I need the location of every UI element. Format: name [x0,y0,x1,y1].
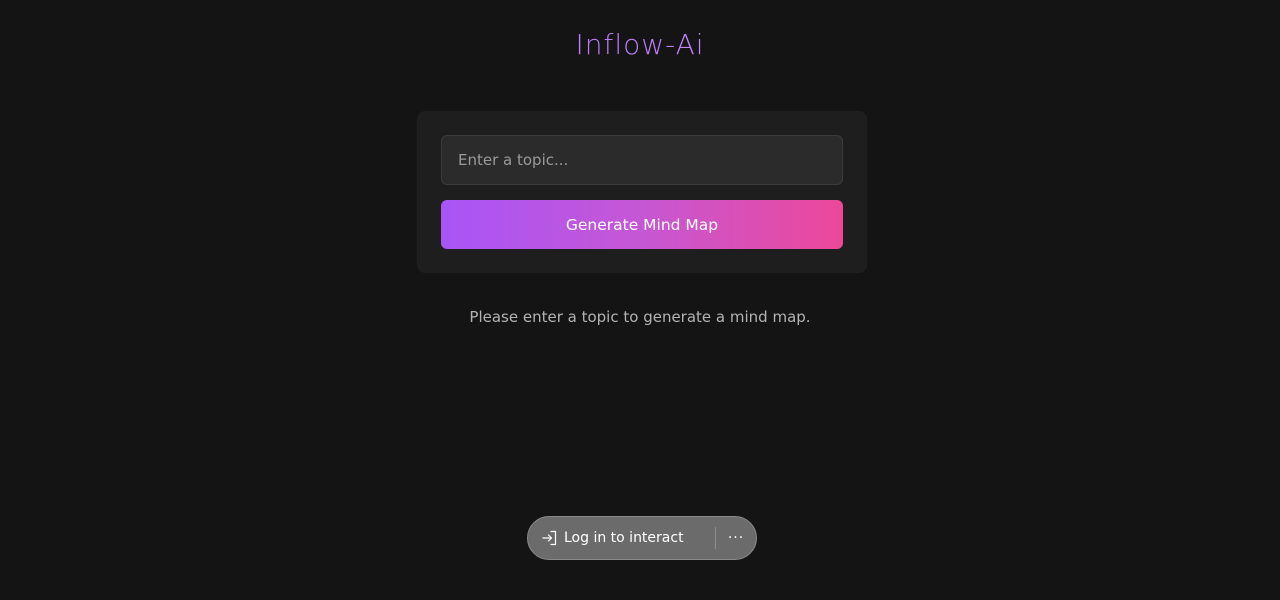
page: Inflow-Ai Generate Mind Map Please enter… [0,0,1280,600]
login-overlay-pill: Log in to interact ··· [527,516,757,560]
topic-input[interactable] [441,135,843,185]
generate-mind-map-button[interactable]: Generate Mind Map [441,200,843,249]
ellipsis-icon: ··· [727,530,745,546]
more-options-button[interactable]: ··· [716,517,756,559]
login-label: Log in to interact [564,530,684,546]
sign-in-icon [541,529,559,547]
status-message: Please enter a topic to generate a mind … [469,308,811,326]
app-title: Inflow-Ai [0,28,1280,61]
mind-map-form-card: Generate Mind Map [417,111,867,273]
login-button[interactable]: Log in to interact [528,517,715,559]
